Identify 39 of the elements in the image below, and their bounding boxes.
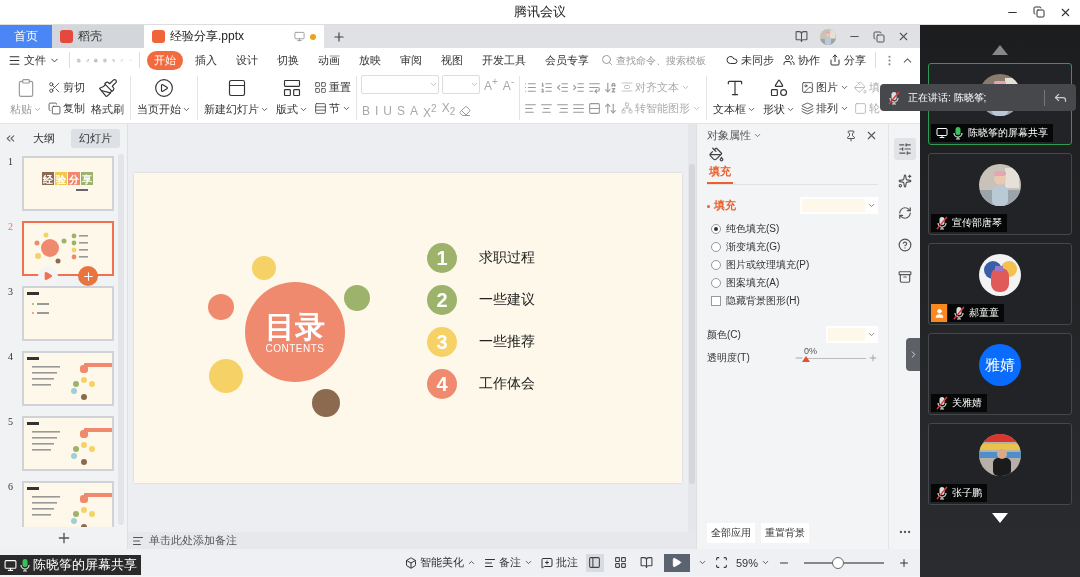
contents-item: 工作体会	[479, 375, 535, 393]
slide-number: 2	[8, 221, 14, 232]
title-tile: 享	[81, 172, 93, 185]
title-tile: 验	[55, 172, 67, 185]
number-circle: 3	[427, 327, 457, 357]
field-label: 透明度(T)	[707, 351, 750, 365]
number-circle: 1	[427, 243, 457, 273]
slide-number: 5	[8, 416, 14, 427]
section-label: 填充	[707, 198, 736, 213]
option-label: 隐藏背景图形(H)	[726, 294, 800, 308]
option-label: 图案填充(A)	[726, 276, 780, 290]
number-circle: 4	[427, 369, 457, 399]
slide-title: 目录	[265, 310, 325, 343]
speaking-text: 正在讲话: 陈晓筝;	[908, 90, 987, 105]
title-tile: 经	[42, 172, 54, 185]
slide-subtitle: CONTENTS	[265, 342, 325, 354]
window-title: 腾讯会议	[514, 3, 566, 21]
contents-item: 一些建议	[479, 291, 535, 309]
notes-placeholder: 单击此处添加备注	[149, 533, 237, 548]
contents-item: 一些推荐	[479, 333, 535, 351]
contents-item: 求职过程	[479, 249, 535, 267]
share-text: 陈晓筝的屏幕共享	[33, 556, 137, 574]
participant-name: 郝童童	[969, 306, 999, 320]
slide-number: 4	[8, 351, 14, 362]
slider-reading: 0%	[804, 345, 817, 356]
number-circle: 2	[427, 285, 457, 315]
slide-number: 3	[8, 286, 14, 297]
option-label: 纯色填充(S)	[726, 222, 780, 236]
participant-name: 关雅婧	[952, 396, 982, 410]
participant-name: 宣传部唐琴	[952, 216, 1002, 230]
option-label: 图片或纹理填充(P)	[726, 258, 810, 272]
title-tile: 分	[68, 172, 80, 185]
slide-number: 1	[8, 156, 14, 167]
avatar: 雅婧	[979, 344, 1021, 386]
participant-name: 张子鹏	[952, 486, 982, 500]
option-label: 渐变填充(G)	[726, 240, 781, 254]
field-label: 颜色(C)	[707, 327, 741, 342]
participant-name: 陈晓筝的屏幕共享	[968, 126, 1048, 140]
slide-number: 6	[8, 481, 14, 492]
